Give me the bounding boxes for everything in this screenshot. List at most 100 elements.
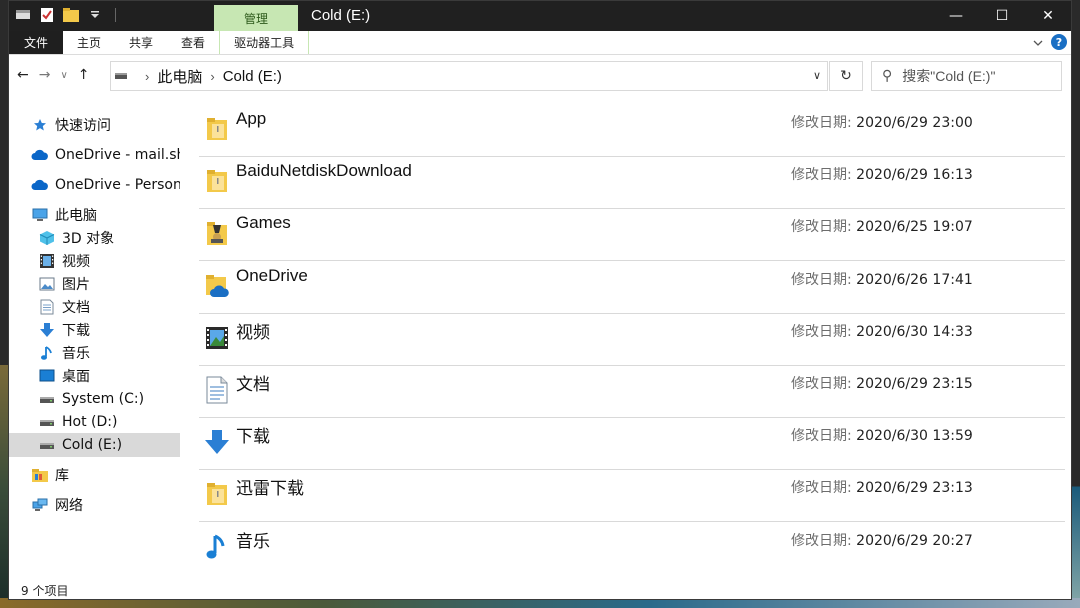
- tab-drive-tools[interactable]: 驱动器工具: [219, 31, 310, 54]
- nav-item-label: 库: [55, 468, 69, 484]
- nav-item-label: 此电脑: [55, 208, 97, 224]
- nav-item[interactable]: OneDrive - mail.sh: [9, 143, 180, 167]
- nav-item[interactable]: 视频: [9, 249, 180, 273]
- modified-label: 修改日期:: [791, 271, 852, 288]
- breadcrumb-cold-drive[interactable]: Cold (E:): [223, 68, 282, 85]
- nav-item[interactable]: 文档: [9, 295, 180, 319]
- modified-label: 修改日期:: [791, 480, 852, 497]
- file-modified: 修改日期: 2020/6/29 16:13: [791, 164, 973, 184]
- file-row[interactable]: OneDrive 修改日期: 2020/6/26 17:41: [199, 262, 1065, 314]
- modified-value: 2020/6/30 13:59: [856, 428, 973, 445]
- refresh-button[interactable]: ↻: [829, 61, 863, 91]
- address-bar[interactable]: › 此电脑 › Cold (E:) ∨: [110, 61, 828, 91]
- nav-item-label: 音乐: [62, 346, 90, 362]
- nav-item[interactable]: 下载: [9, 318, 180, 342]
- expand-ribbon-icon[interactable]: [1033, 34, 1043, 50]
- music-icon: [38, 345, 56, 361]
- status-item-count: 9 个项目: [21, 584, 69, 598]
- tab-share[interactable]: 共享: [115, 31, 167, 54]
- tab-home[interactable]: 主页: [63, 31, 115, 54]
- download-icon: [38, 322, 56, 338]
- nav-item[interactable]: Hot (D:): [9, 410, 180, 434]
- file-row[interactable]: 迅雷下载 修改日期: 2020/6/29 23:13: [199, 470, 1065, 523]
- folder-icon: [203, 167, 231, 195]
- nav-item-label: 图片: [62, 277, 90, 293]
- file-name: 视频: [236, 322, 270, 342]
- nav-item[interactable]: 快速访问: [9, 113, 180, 137]
- drive-icon[interactable]: [15, 7, 31, 23]
- network-icon: [31, 497, 49, 513]
- properties-icon[interactable]: [39, 7, 55, 23]
- file-row[interactable]: 视频 修改日期: 2020/6/30 14:33: [199, 314, 1065, 366]
- close-button[interactable]: ✕: [1025, 1, 1071, 31]
- modified-label: 修改日期:: [791, 428, 852, 445]
- drive-icon: [115, 73, 127, 79]
- nav-item[interactable]: OneDrive - Person: [9, 173, 180, 197]
- nav-item[interactable]: 图片: [9, 272, 180, 296]
- tab-manage[interactable]: 管理: [214, 5, 298, 31]
- file-name: App: [236, 109, 267, 128]
- forward-arrow-icon[interactable]: →: [39, 67, 51, 83]
- folder-icon: [203, 480, 231, 508]
- nav-item-label: 快速访问: [55, 118, 111, 134]
- search-input[interactable]: ⚲ 搜索"Cold (E:)": [871, 61, 1062, 91]
- modified-value: 2020/6/26 17:41: [856, 271, 973, 288]
- modified-value: 2020/6/29 23:15: [856, 376, 973, 392]
- nav-item[interactable]: 音乐: [9, 341, 180, 365]
- window-title: Cold (E:): [311, 7, 371, 24]
- tab-view[interactable]: 查看: [167, 31, 219, 54]
- nav-item[interactable]: System (C:): [9, 387, 180, 411]
- file-row[interactable]: App 修改日期: 2020/6/29 23:00: [199, 105, 1065, 157]
- file-name: 迅雷下载: [236, 479, 304, 499]
- file-row[interactable]: 文档 修改日期: 2020/6/29 23:15: [199, 366, 1065, 418]
- modified-label: 修改日期:: [791, 219, 852, 236]
- file-row[interactable]: Games 修改日期: 2020/6/25 19:07: [199, 209, 1065, 262]
- divider: [115, 8, 116, 22]
- download-icon: [203, 428, 231, 456]
- quick-access-toolbar: [15, 7, 116, 23]
- nav-item[interactable]: 此电脑: [9, 203, 180, 227]
- navigation-buttons: ← → ∨ ↑: [17, 67, 90, 83]
- breadcrumb-this-pc[interactable]: 此电脑: [157, 66, 202, 87]
- tab-file[interactable]: 文件: [9, 31, 64, 54]
- modified-value: 2020/6/29 23:00: [856, 115, 973, 131]
- navigation-pane: 快速访问 OneDrive - mail.sh OneDrive - Person 此…: [9, 99, 180, 571]
- nav-item[interactable]: Cold (E:): [9, 433, 180, 457]
- file-name: Games: [236, 213, 291, 233]
- file-row[interactable]: 音乐 修改日期: 2020/6/29 20:27: [199, 523, 1065, 575]
- modified-value: 2020/6/30 14:33: [856, 323, 973, 340]
- cube-icon: [38, 230, 56, 246]
- desktop-icon: [38, 368, 56, 384]
- nav-item[interactable]: 网络: [9, 493, 180, 517]
- back-arrow-icon[interactable]: ←: [17, 67, 29, 83]
- title-bar: 管理 Cold (E:) — ☐ ✕: [9, 1, 1071, 31]
- file-modified: 修改日期: 2020/6/29 23:15: [791, 373, 973, 393]
- nav-item-label: 文档: [62, 300, 90, 316]
- nav-item-label: 下载: [62, 323, 90, 339]
- search-placeholder: 搜索"Cold (E:)": [902, 68, 996, 84]
- nav-item[interactable]: 3D 对象: [9, 226, 180, 250]
- maximize-button[interactable]: ☐: [979, 1, 1025, 31]
- file-row[interactable]: BaiduNetdiskDownload 修改日期: 2020/6/29 16:1…: [199, 157, 1065, 210]
- search-icon: ⚲: [882, 68, 893, 84]
- minimize-button[interactable]: —: [933, 1, 979, 31]
- drive-icon: [38, 414, 56, 430]
- video-icon: [38, 253, 56, 269]
- help-icon[interactable]: ?: [1051, 34, 1067, 50]
- breadcrumb-separator-icon[interactable]: ›: [145, 69, 149, 84]
- up-arrow-icon[interactable]: ↑: [78, 67, 90, 83]
- chevron-down-icon[interactable]: ∨: [813, 69, 821, 82]
- nav-item[interactable]: 桌面: [9, 364, 180, 388]
- folder-icon: [203, 115, 231, 143]
- chevron-down-icon[interactable]: [87, 7, 103, 23]
- cloud-icon: [31, 147, 49, 163]
- nav-item-label: 网络: [55, 498, 83, 514]
- breadcrumb-separator-icon[interactable]: ›: [210, 69, 214, 84]
- modified-value: 2020/6/29 20:27: [856, 532, 973, 549]
- nav-item[interactable]: 库: [9, 463, 180, 487]
- file-row[interactable]: 下载 修改日期: 2020/6/30 13:59: [199, 418, 1065, 471]
- new-folder-icon[interactable]: [63, 7, 79, 23]
- library-icon: [31, 467, 49, 483]
- recent-locations-icon[interactable]: ∨: [60, 70, 67, 81]
- nav-item-label: System (C:): [62, 391, 145, 407]
